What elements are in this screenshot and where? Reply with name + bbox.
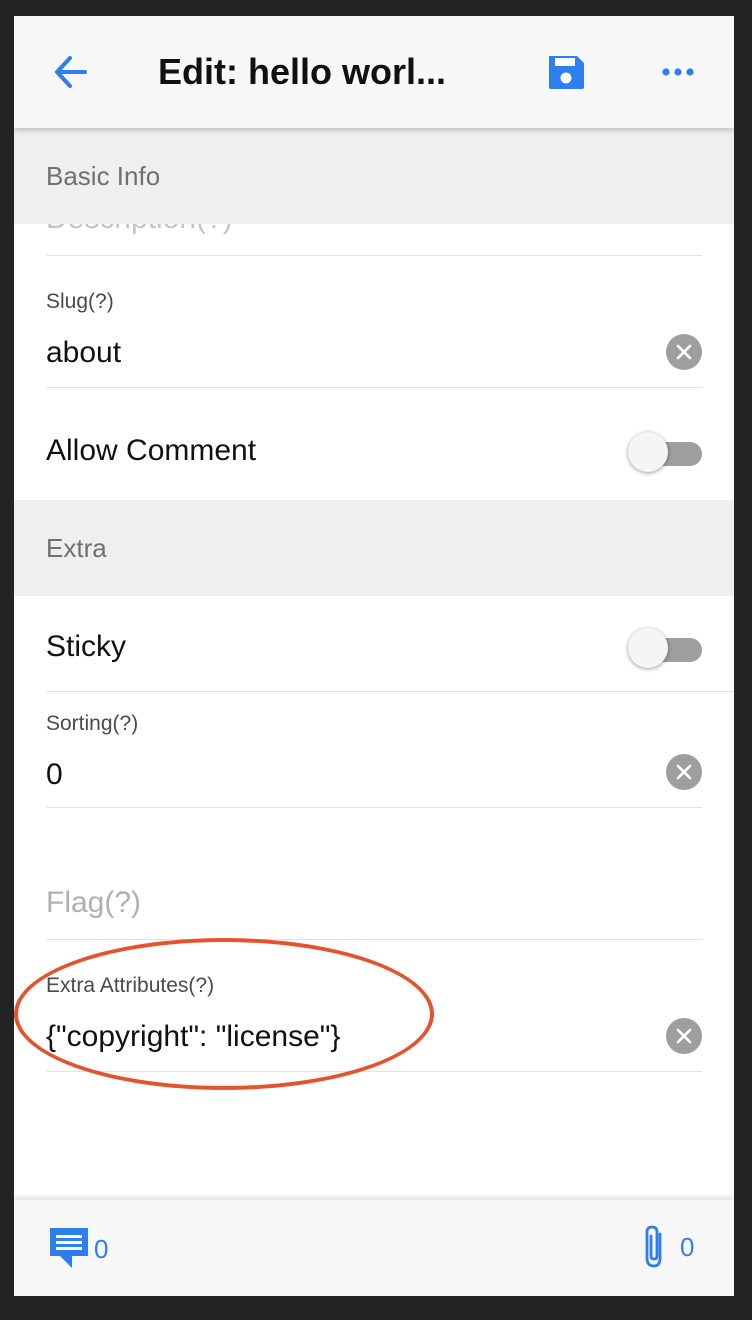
- attachments-button[interactable]: 0: [642, 1224, 702, 1270]
- description-row[interactable]: Description(?): [46, 224, 702, 256]
- clear-slug-button[interactable]: [666, 334, 702, 370]
- sorting-label: Sorting(?): [46, 712, 139, 735]
- paperclip-icon: [645, 1225, 662, 1268]
- attachments-count: 0: [680, 1232, 695, 1262]
- sticky-label: Sticky: [46, 630, 127, 663]
- sticky-row: Sticky: [46, 596, 734, 692]
- more-horizontal-icon[interactable]: [658, 60, 698, 84]
- flag-field[interactable]: Flag(?): [46, 808, 702, 940]
- extra-attributes-input[interactable]: {"copyright": "license"}: [46, 1020, 340, 1054]
- extra-attributes-label: Extra Attributes(?): [46, 974, 215, 997]
- clear-extra-attributes-button[interactable]: [666, 1018, 702, 1054]
- close-icon: [676, 1028, 692, 1044]
- close-icon: [676, 764, 692, 780]
- sorting-field[interactable]: Sorting(?) 0: [46, 692, 702, 808]
- allow-comment-row: Allow Comment: [46, 388, 702, 500]
- section-header-basic-info: Basic Info: [14, 128, 734, 224]
- comment-icon: [50, 1228, 88, 1268]
- bottom-toolbar: 0 0: [14, 1200, 734, 1296]
- flag-input[interactable]: Flag(?): [46, 886, 141, 920]
- description-label: Description(?): [46, 224, 233, 236]
- floppy-disk-icon[interactable]: [544, 52, 588, 92]
- slug-field[interactable]: Slug(?) about: [46, 256, 702, 388]
- page-title: Edit: hello worl...: [158, 51, 446, 92]
- app-screen: Edit: hello worl... Basic Info Descripti…: [14, 16, 734, 1296]
- toggle-knob: [628, 628, 668, 668]
- slug-label: Slug(?): [46, 290, 114, 313]
- allow-comment-toggle[interactable]: [628, 432, 702, 472]
- sorting-input[interactable]: 0: [46, 758, 63, 792]
- section-header-extra: Extra: [14, 500, 734, 596]
- slug-input[interactable]: about: [46, 336, 121, 370]
- allow-comment-label: Allow Comment: [46, 434, 257, 467]
- comments-button[interactable]: 0: [48, 1226, 108, 1270]
- close-icon: [676, 344, 692, 360]
- arrow-left-icon[interactable]: [50, 52, 90, 92]
- clear-sorting-button[interactable]: [666, 754, 702, 790]
- extra-attributes-field[interactable]: Extra Attributes(?) {"copyright": "licen…: [46, 940, 702, 1072]
- toggle-knob: [628, 432, 668, 472]
- comments-count: 0: [94, 1234, 109, 1264]
- sticky-toggle[interactable]: [628, 628, 702, 668]
- navigation-bar: Edit: hello worl...: [14, 16, 734, 128]
